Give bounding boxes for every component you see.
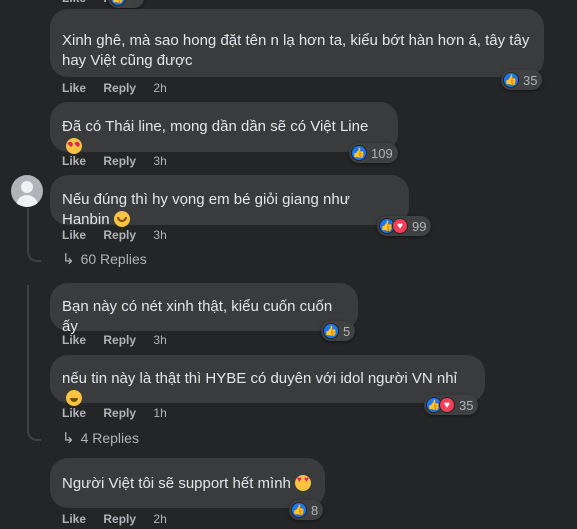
reply-link[interactable]: Reply [103, 228, 136, 242]
replies-count-label: 60 Replies [80, 251, 147, 267]
comment-meta: Like Reply 2h [62, 511, 167, 527]
thumbs-up-icon: 👍 [351, 145, 367, 161]
comment-meta: Like Reply 1h [62, 405, 167, 421]
hugging-emoji-icon [113, 211, 130, 227]
reaction-count: 109 [371, 145, 393, 161]
comment-text: Bạn này có nét xinh thật, kiểu cuốn cuốn… [62, 298, 333, 335]
heart-icon: ♥ [439, 397, 455, 413]
grinning-emoji-icon [66, 390, 82, 406]
thread-connector [27, 248, 41, 262]
comment-text: Đã có Thái line, mong dần dần sẽ có Việt… [62, 118, 369, 135]
comment-bubble: nếu tin này là thật thì HYBE có duyên vớ… [50, 355, 485, 406]
thread-line [27, 285, 29, 431]
comment-bubble: Đã có Thái line, mong dần dần sẽ có Việt… [50, 102, 398, 154]
reply-link[interactable]: Reply [103, 512, 136, 526]
reply-link[interactable]: Reply [103, 81, 136, 95]
thread-connector [27, 427, 41, 441]
reactions-partial[interactable]: 👍 [108, 0, 144, 8]
heart-icon: ♥ [392, 218, 408, 234]
timestamp[interactable]: 2h [153, 512, 166, 526]
replies-count-label: 4 Replies [80, 430, 139, 446]
reply-link[interactable]: Reply [103, 406, 136, 420]
like-link[interactable]: Like [62, 81, 86, 95]
reaction-count: 35 [459, 397, 474, 413]
like-link[interactable]: Like [62, 406, 86, 420]
default-avatar-icon[interactable] [11, 175, 43, 207]
comment-text: Nếu đúng thì hy vọng em bé giỏi giang nh… [62, 191, 350, 228]
comment-text: Xinh ghê, mà sao hong đặt tên n lạ hơn t… [62, 32, 530, 69]
comment-meta: Like Reply 2h [62, 80, 167, 96]
thumbs-up-icon: 👍 [110, 0, 126, 6]
reaction-count: 99 [412, 218, 427, 234]
reply-arrow-icon: ↳ [62, 430, 75, 447]
comment-text: nếu tin này là thật thì HYBE có duyên vớ… [62, 370, 457, 387]
kiss-emoji-icon [66, 138, 82, 154]
view-replies-link[interactable]: ↳ 60 Replies [62, 250, 147, 269]
thumbs-up-icon: 👍 [323, 323, 339, 339]
heart-eyes-emoji-icon [294, 475, 311, 491]
comment-meta: Like Reply 3h [62, 153, 167, 169]
reply-arrow-icon: ↳ [62, 251, 75, 268]
comment-bubble: Người Việt tôi sẽ support hết mình [50, 458, 325, 508]
reaction-summary[interactable]: 👍 8 [289, 500, 324, 520]
timestamp[interactable]: 3h [153, 228, 166, 242]
comment-bubble: Xinh ghê, mà sao hong đặt tên n lạ hơn t… [50, 9, 544, 77]
like-link[interactable]: Like [62, 333, 86, 347]
reply-link[interactable]: Reply [103, 154, 136, 168]
reaction-summary[interactable]: 👍 ♥ 35 [424, 395, 479, 415]
reaction-summary[interactable]: 👍 ♥ 99 [377, 216, 432, 236]
view-replies-link[interactable]: ↳ 4 Replies [62, 429, 139, 448]
thumbs-up-icon: 👍 [503, 72, 519, 88]
reaction-summary[interactable]: 👍 35 [501, 70, 543, 90]
comment-meta: Like Reply 3h [62, 332, 167, 348]
comment-meta: Like Reply 3h [62, 227, 167, 243]
reaction-count: 8 [311, 502, 319, 518]
reaction-summary[interactable]: 👍 5 [321, 321, 356, 341]
reaction-count: 35 [523, 72, 538, 88]
comment-bubble: Bạn này có nét xinh thật, kiểu cuốn cuốn… [50, 283, 358, 335]
like-link[interactable]: Like [62, 0, 86, 5]
reaction-summary[interactable]: 👍 109 [349, 143, 398, 163]
reply-link[interactable]: Reply [103, 333, 136, 347]
comment-bubble: Nếu đúng thì hy vọng em bé giỏi giang nh… [50, 175, 409, 228]
like-link[interactable]: Like [62, 512, 86, 526]
thumbs-up-icon: 👍 [291, 502, 307, 518]
timestamp[interactable]: 2h [153, 81, 166, 95]
comment-text: Người Việt tôi sẽ support hết mình [62, 475, 291, 492]
timestamp[interactable]: 3h [153, 333, 166, 347]
like-link[interactable]: Like [62, 228, 86, 242]
timestamp[interactable]: 3h [153, 154, 166, 168]
reaction-count: 5 [343, 323, 351, 339]
like-link[interactable]: Like [62, 154, 86, 168]
timestamp[interactable]: 1h [153, 406, 166, 420]
